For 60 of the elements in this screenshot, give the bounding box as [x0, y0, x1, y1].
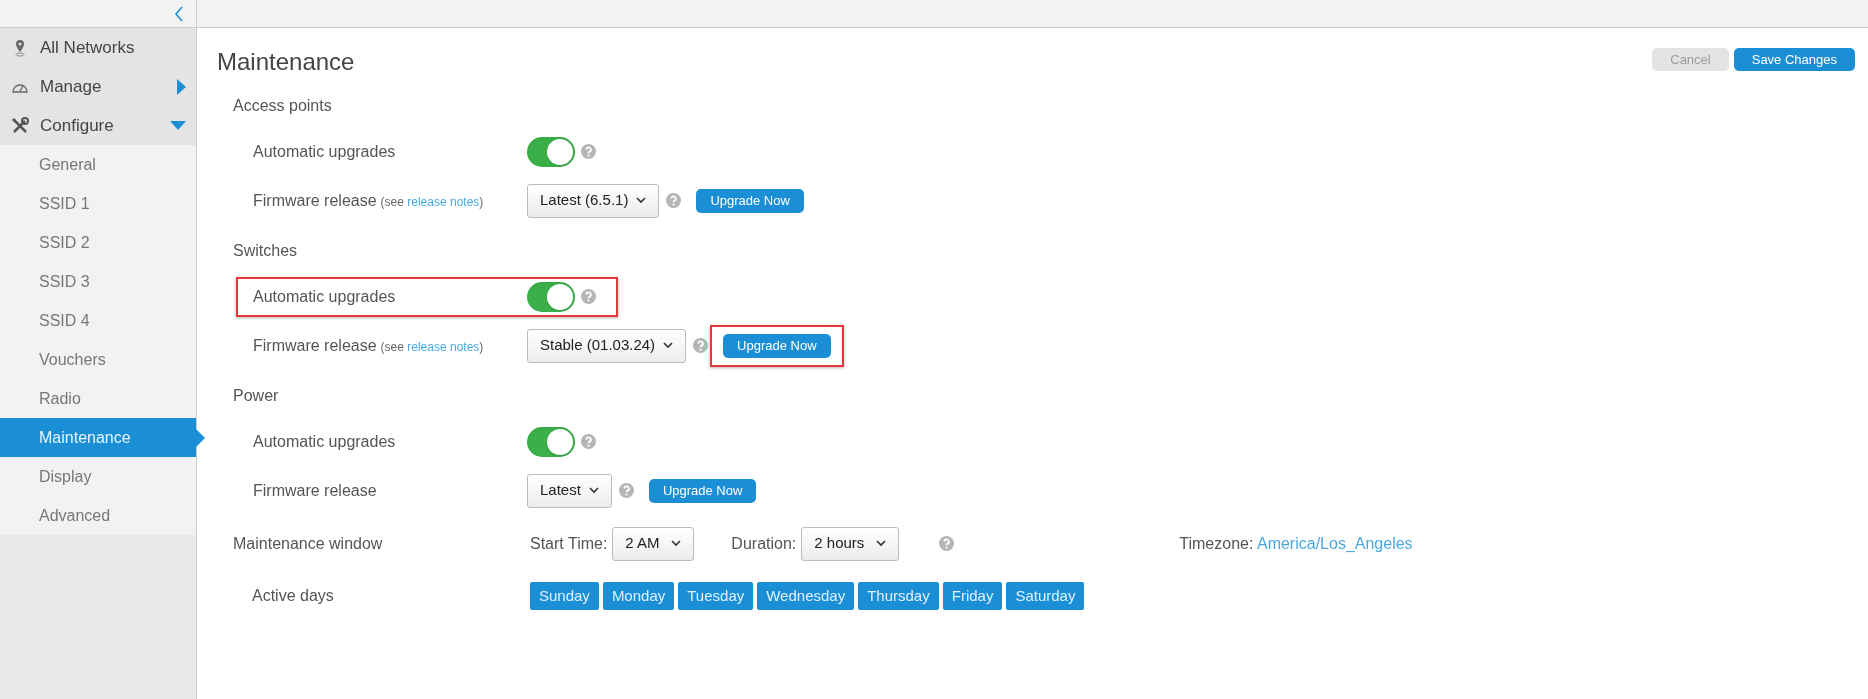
field-label: Firmware release	[253, 335, 377, 356]
section-heading: Maintenance window	[232, 533, 384, 554]
map-pin-icon	[14, 38, 26, 57]
help-icon[interactable]	[618, 483, 634, 498]
release-notes-link[interactable]: release notes	[407, 339, 480, 354]
upgrade-now-button[interactable]: Upgrade Now	[648, 478, 757, 503]
dropdown[interactable]: 2 AM	[612, 526, 695, 561]
help-icon[interactable]	[666, 193, 682, 208]
help-icon[interactable]	[581, 289, 596, 304]
toggle-switch[interactable]	[527, 281, 575, 312]
toggle-switch[interactable]	[527, 426, 575, 457]
chevron-down-icon	[671, 540, 682, 547]
field-label: Automatic upgrades	[253, 286, 397, 307]
day-toggle[interactable]: Sunday	[530, 582, 599, 610]
chevron-down-icon	[636, 197, 647, 204]
field-label: Active days	[251, 586, 335, 606]
field-label: Start Time:	[530, 533, 608, 554]
dropdown[interactable]: 2 hours	[801, 526, 900, 561]
sidebar-item[interactable]: Manage	[0, 67, 196, 106]
field-label: Firmware release	[253, 190, 377, 211]
dropdown[interactable]: Latest (6.5.1)	[527, 183, 660, 218]
release-notes-link[interactable]: release notes	[407, 194, 480, 209]
timezone-link[interactable]: America/Los_Angeles	[1256, 534, 1413, 552]
collapse-chevron-icon[interactable]	[174, 5, 184, 22]
sidebar-item[interactable]: All Networks	[0, 28, 196, 67]
caret-down-icon	[170, 121, 186, 130]
day-toggle[interactable]: Friday	[942, 582, 1003, 610]
caret-right-icon	[177, 78, 186, 95]
section-heading: Access points	[232, 95, 333, 116]
day-toggle[interactable]: Thursday	[858, 582, 939, 610]
help-icon[interactable]	[581, 144, 596, 159]
day-toggle[interactable]: Monday	[602, 582, 675, 610]
field-label: Automatic upgrades	[253, 141, 397, 162]
chevron-down-icon	[876, 540, 887, 547]
day-toggle[interactable]: Wednesday	[757, 582, 855, 610]
field-label: Firmware release	[253, 480, 377, 501]
timezone-text: Timezone: America/Los_Angeles	[1179, 533, 1413, 554]
save-button[interactable]: Save Changes	[1733, 48, 1855, 71]
release-notes-hint: (see release notes)	[380, 193, 484, 211]
field-label: Duration:	[731, 533, 797, 554]
release-notes-hint: (see release notes)	[380, 338, 484, 356]
tools-icon	[11, 116, 29, 135]
day-toggle[interactable]: Tuesday	[678, 582, 754, 610]
day-toggle[interactable]: Saturday	[1006, 582, 1085, 610]
chevron-down-icon	[663, 342, 674, 349]
dropdown[interactable]: Stable (01.03.24)	[527, 328, 687, 363]
section-heading: Switches	[232, 240, 299, 261]
toggle-switch[interactable]	[527, 136, 575, 167]
dropdown[interactable]: Latest	[527, 473, 612, 508]
chevron-down-icon	[588, 487, 599, 494]
help-icon[interactable]	[581, 434, 596, 449]
sidebar-item[interactable]: Configure	[0, 106, 196, 145]
section-heading: Power	[232, 385, 280, 406]
page-title: Maintenance	[217, 47, 355, 77]
upgrade-now-button[interactable]: Upgrade Now	[696, 188, 804, 213]
selection-pointer-icon	[196, 429, 205, 447]
field-label: Automatic upgrades	[253, 431, 397, 452]
help-icon[interactable]	[939, 536, 955, 551]
help-icon[interactable]	[693, 338, 709, 353]
upgrade-now-button[interactable]: Upgrade Now	[723, 333, 831, 358]
